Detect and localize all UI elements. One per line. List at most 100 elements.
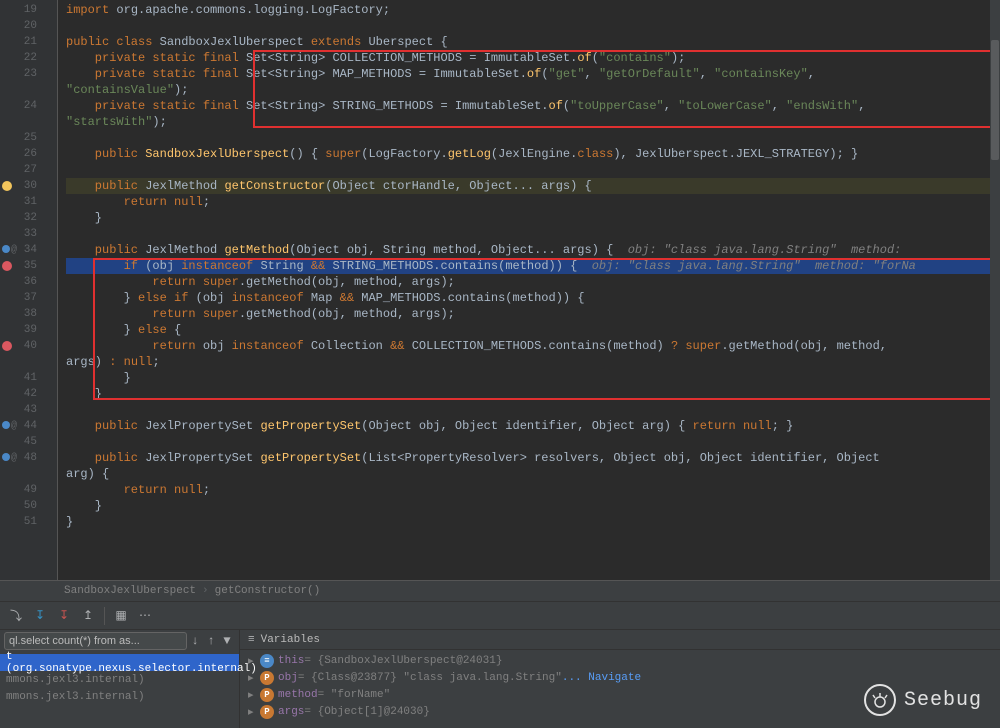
line-number: 35 <box>0 258 57 274</box>
line-number: 45 <box>0 434 57 450</box>
line-number <box>0 354 57 370</box>
code-line[interactable]: args) : null; <box>66 354 1000 370</box>
code-line[interactable]: } <box>66 514 1000 530</box>
line-number: 40 <box>0 338 57 354</box>
variable-value: = {Object[1]@24030} <box>304 706 429 718</box>
code-line[interactable]: public SandboxJexlUberspect() { super(Lo… <box>66 146 1000 162</box>
line-number: 23 <box>0 66 57 82</box>
line-number: 27 <box>0 162 57 178</box>
code-line[interactable]: return obj instanceof Collection && COLL… <box>66 338 1000 354</box>
code-line[interactable] <box>66 226 1000 242</box>
expand-arrow-icon[interactable]: ▸ <box>248 671 260 685</box>
expand-arrow-icon[interactable]: ▸ <box>248 705 260 719</box>
code-line[interactable]: return super.getMethod(obj, method, args… <box>66 274 1000 290</box>
seebug-icon <box>864 684 896 716</box>
code-line[interactable]: } else { <box>66 322 1000 338</box>
line-number: 34@ <box>0 242 57 258</box>
variable-value: = {SandboxJexlUberspect@24031} <box>304 655 502 667</box>
step-out-icon[interactable]: ↥ <box>80 608 96 624</box>
code-line[interactable] <box>66 18 1000 34</box>
code-line[interactable]: return super.getMethod(obj, method, args… <box>66 306 1000 322</box>
debug-toolbar: ⤵ ↧ ↧ ↥ ▦ ⋯ <box>0 602 1000 630</box>
line-number: 41 <box>0 370 57 386</box>
code-line[interactable]: } <box>66 210 1000 226</box>
code-area[interactable]: import org.apache.commons.logging.LogFac… <box>58 0 1000 580</box>
force-step-icon[interactable]: ↧ <box>56 608 72 624</box>
frames-header: ↓ ↑ ▼ <box>0 630 239 652</box>
step-over-icon[interactable]: ⤵ <box>8 608 24 624</box>
list-icon: ≡ <box>248 634 255 646</box>
line-number: 25 <box>0 130 57 146</box>
frames-panel: ↓ ↑ ▼ t (org.sonatype.nexus.selector.int… <box>0 630 240 728</box>
variable-value: = "forName" <box>318 689 391 701</box>
code-line[interactable]: } else if (obj instanceof Map && MAP_MET… <box>66 290 1000 306</box>
line-number: 38 <box>0 306 57 322</box>
code-line[interactable]: public JexlPropertySet getPropertySet(Li… <box>66 450 1000 466</box>
expand-arrow-icon[interactable]: ▸ <box>248 688 260 702</box>
variable-name: args <box>278 706 304 718</box>
navigate-link[interactable]: ... Navigate <box>562 672 641 684</box>
line-number: 19 <box>0 2 57 18</box>
frames-search-input[interactable] <box>4 632 187 650</box>
code-line[interactable]: private static final Set<String> COLLECT… <box>66 50 1000 66</box>
code-line[interactable]: if (obj instanceof String && STRING_METH… <box>66 258 1000 274</box>
code-line[interactable]: } <box>66 498 1000 514</box>
variable-item[interactable]: ▸≡ this = {SandboxJexlUberspect@24031} <box>240 652 1000 669</box>
frame-item[interactable]: t (org.sonatype.nexus.selector.internal) <box>0 654 239 671</box>
line-number <box>0 114 57 130</box>
code-line[interactable]: arg) { <box>66 466 1000 482</box>
down-arrow-icon[interactable]: ↓ <box>187 633 203 649</box>
code-line[interactable]: return null; <box>66 482 1000 498</box>
code-line[interactable] <box>66 402 1000 418</box>
code-line[interactable]: "containsValue"); <box>66 82 1000 98</box>
code-line[interactable] <box>66 162 1000 178</box>
code-line[interactable]: } <box>66 370 1000 386</box>
frame-item[interactable]: mmons.jexl3.internal) <box>0 688 239 705</box>
code-line[interactable]: private static final Set<String> MAP_MET… <box>66 66 1000 82</box>
variable-badge-icon: ≡ <box>260 654 274 668</box>
variable-badge-icon: P <box>260 705 274 719</box>
code-editor[interactable]: 1920212223242526273031323334@35363738394… <box>0 0 1000 580</box>
code-line[interactable]: public JexlPropertySet getPropertySet(Ob… <box>66 418 1000 434</box>
variables-label: Variables <box>261 634 320 646</box>
line-number: 26 <box>0 146 57 162</box>
variable-name: method <box>278 689 318 701</box>
code-line[interactable]: public class SandboxJexlUberspect extend… <box>66 34 1000 50</box>
line-number: 48@ <box>0 450 57 466</box>
code-line[interactable]: public JexlMethod getMethod(Object obj, … <box>66 242 1000 258</box>
watermark: Seebug <box>864 684 982 716</box>
step-into-icon[interactable]: ↧ <box>32 608 48 624</box>
variable-badge-icon: P <box>260 688 274 702</box>
separator <box>104 607 105 625</box>
vertical-scrollbar[interactable] <box>990 0 1000 580</box>
code-line[interactable]: return null; <box>66 194 1000 210</box>
line-number <box>0 466 57 482</box>
line-number: 22 <box>0 50 57 66</box>
code-line[interactable]: "startsWith"); <box>66 114 1000 130</box>
variable-name: this <box>278 655 304 667</box>
breadcrumb-item[interactable]: getConstructor() <box>209 585 327 597</box>
variable-name: obj <box>278 672 298 684</box>
code-line[interactable]: import org.apache.commons.logging.LogFac… <box>66 2 1000 18</box>
more-icon[interactable]: ⋯ <box>137 608 153 624</box>
breadcrumb-item[interactable]: SandboxJexlUberspect <box>58 585 202 597</box>
filter-icon[interactable]: ▼ <box>219 633 235 649</box>
variables-header: ≡ Variables <box>240 630 1000 650</box>
up-arrow-icon[interactable]: ↑ <box>203 633 219 649</box>
expand-arrow-icon[interactable]: ▸ <box>248 654 260 668</box>
variable-value: = {Class@23877} "class java.lang.String" <box>298 672 562 684</box>
code-line[interactable]: } <box>66 386 1000 402</box>
scrollbar-thumb[interactable] <box>991 40 999 160</box>
code-line[interactable] <box>66 434 1000 450</box>
line-number: 36 <box>0 274 57 290</box>
watermark-text: Seebug <box>904 689 982 712</box>
debug-panel: ↓ ↑ ▼ t (org.sonatype.nexus.selector.int… <box>0 630 1000 728</box>
code-line[interactable]: private static final Set<String> STRING_… <box>66 98 1000 114</box>
code-line[interactable] <box>66 130 1000 146</box>
breadcrumb-bar: SandboxJexlUberspect › getConstructor() <box>0 580 1000 602</box>
line-number: 20 <box>0 18 57 34</box>
evaluate-icon[interactable]: ▦ <box>113 608 129 624</box>
line-number: 50 <box>0 498 57 514</box>
code-line[interactable]: public JexlMethod getConstructor(Object … <box>66 178 1000 194</box>
line-number: 30 <box>0 178 57 194</box>
